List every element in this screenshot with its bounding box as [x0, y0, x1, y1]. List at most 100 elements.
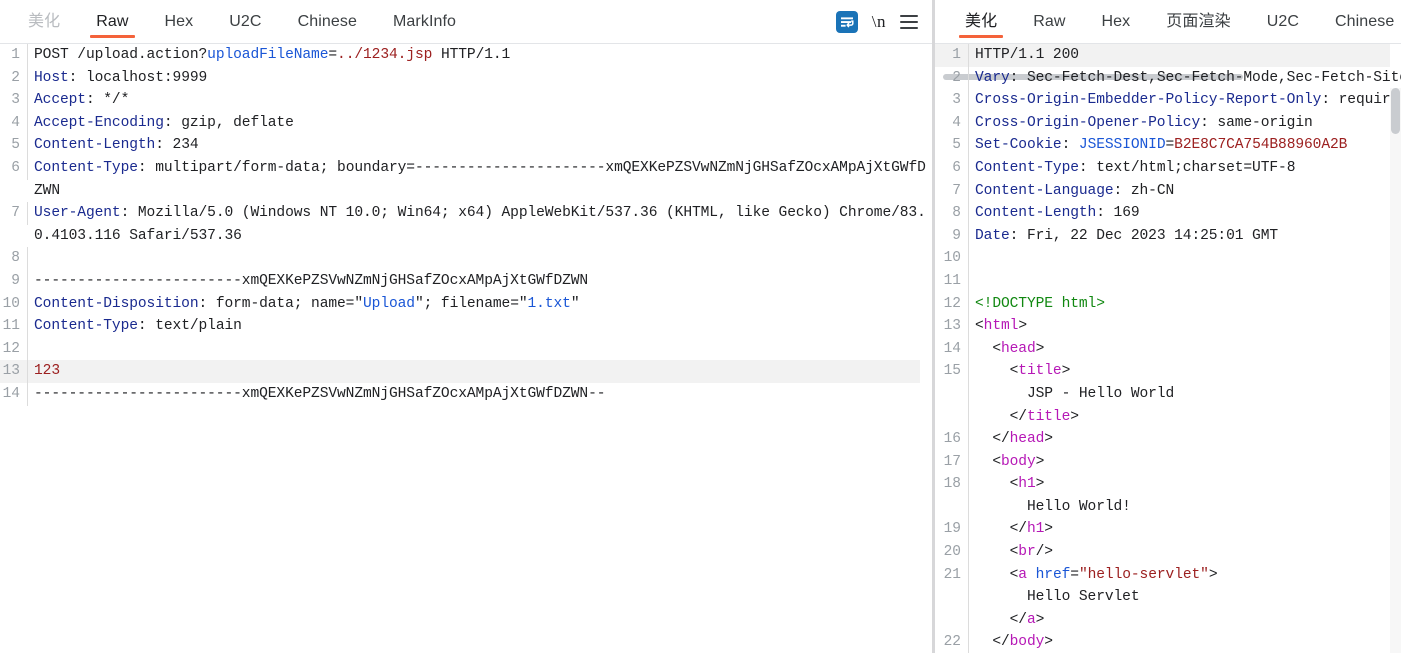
code-line: 9 ------------------------xmQEXKePZSVwNZm…: [0, 269, 932, 293]
code-segment: a: [1026, 611, 1036, 628]
request-tab-u2c[interactable]: U2C: [211, 0, 279, 44]
line-number: 17: [935, 450, 969, 474]
response-tab-[interactable]: 美化: [947, 0, 1015, 44]
line-number: 8: [0, 247, 28, 270]
request-tab-raw[interactable]: Raw: [78, 0, 146, 44]
line-number: 3: [935, 89, 969, 112]
request-toolbar: \n: [835, 0, 932, 44]
response-vscroll-thumb[interactable]: [1391, 88, 1400, 134]
code-line: JSP - Hello World: [935, 382, 1401, 406]
code-line-text: ------------------------xmQEXKePZSVwNZmN…: [28, 383, 932, 406]
tab-label: Hex: [1101, 12, 1131, 30]
code-segment: Date: [975, 227, 1010, 244]
code-segment: "hello-servlet": [1078, 566, 1209, 583]
line-number: [935, 608, 969, 632]
tab-label: MarkInfo: [393, 12, 457, 30]
code-segment: : Sec-Fetch-Dest,Sec-Fetch-Mode,Sec-Fetc…: [1009, 69, 1401, 86]
code-line-text: Content-Language: zh-CN: [969, 180, 1401, 203]
code-line-text: Vary: Sec-Fetch-Dest,Sec-Fetch-Mode,Sec-…: [969, 67, 1401, 90]
code-line-text: Hello Servlet: [969, 586, 1401, 609]
code-segment: Content-Type: [34, 159, 138, 176]
tab-label: U2C: [229, 12, 262, 30]
code-segment: </: [975, 408, 1027, 425]
line-number: 14: [935, 337, 969, 361]
line-number: 1: [0, 44, 28, 67]
code-line-text: Content-Length: 169: [969, 202, 1401, 225]
code-segment: <: [975, 340, 1001, 357]
code-segment: <: [975, 453, 1001, 470]
code-segment: 123: [34, 363, 60, 380]
code-segment: body: [1000, 453, 1036, 470]
code-segment: =: [328, 47, 338, 63]
code-line-text: Set-Cookie: JSESSIONID=B2E8C7CA754B88960…: [969, 134, 1401, 157]
response-vscrollbar[interactable]: [1390, 88, 1401, 653]
response-tab-[interactable]: 页面渲染: [1148, 0, 1248, 44]
line-number: 12: [935, 292, 969, 316]
response-tab-raw[interactable]: Raw: [1015, 0, 1083, 44]
code-segment: Host: [34, 69, 69, 86]
code-line: 1 POST /upload.action?uploadFileName=../1…: [0, 44, 932, 67]
code-line: 18 <h1>: [935, 473, 1401, 496]
code-segment: JSP - Hello World: [975, 385, 1175, 402]
hamburger-menu-icon: [900, 14, 918, 29]
request-tab-[interactable]: 美化: [10, 0, 78, 44]
code-line-text: Host: localhost:9999: [28, 67, 932, 90]
code-segment: title: [1018, 363, 1062, 380]
newline-toggle-button[interactable]: \n: [872, 13, 886, 30]
code-line-text: Content-Type: text/plain: [28, 315, 932, 338]
code-line: 12 <!DOCTYPE html>: [935, 292, 1401, 316]
line-number: 13: [0, 360, 28, 383]
line-number: [935, 586, 969, 609]
line-number: [935, 495, 969, 519]
code-segment: />: [1035, 544, 1053, 561]
code-line: Hello Servlet: [935, 586, 1401, 609]
code-segment: ------------------------xmQEXKePZSVwNZmN…: [34, 272, 589, 289]
code-line-text: ------------------------xmQEXKePZSVwNZmN…: [28, 270, 932, 293]
code-segment: HTTP/1.1: [432, 47, 511, 63]
line-number: 5: [0, 134, 28, 157]
code-segment: : localhost:9999: [68, 69, 208, 86]
response-tab-chinese[interactable]: Chinese: [1317, 0, 1401, 44]
code-line-text: <br/>: [969, 541, 1401, 564]
response-tab-u2c[interactable]: U2C: [1249, 0, 1317, 44]
line-number: 21: [935, 563, 969, 587]
code-line: 6 Content-Type: multipart/form-data; boun…: [0, 156, 932, 202]
code-segment: Content-Disposition: [34, 295, 199, 312]
line-number: 3: [0, 89, 28, 112]
request-tab-chinese[interactable]: Chinese: [280, 0, 375, 44]
code-segment: >: [1044, 634, 1053, 651]
code-segment: 1.txt: [527, 295, 571, 312]
code-line: 2 Host: localhost:9999: [0, 66, 932, 90]
code-segment: body: [1009, 634, 1045, 651]
code-segment: >: [1035, 476, 1045, 493]
code-segment: Cross-Origin-Opener-Policy: [975, 114, 1201, 131]
code-segment: title: [1026, 408, 1071, 425]
code-line-text: JSP - Hello World: [969, 383, 1401, 406]
tab-label: 页面渲染: [1166, 12, 1231, 30]
code-segment: >: [1044, 431, 1053, 448]
request-code-scroll: 1 POST /upload.action?uploadFileName=../1…: [0, 44, 932, 653]
code-segment: : 169: [1096, 205, 1140, 222]
request-tab-hex[interactable]: Hex: [147, 0, 212, 44]
response-tab-hex[interactable]: Hex: [1084, 0, 1149, 44]
line-number: 2: [0, 66, 28, 90]
line-number: 11: [0, 315, 28, 338]
code-segment: : form-data; name=": [198, 295, 364, 312]
code-segment: : Fri, 22 Dec 2023 14:25:01 GMT: [1009, 227, 1279, 244]
code-line: 3 Accept: */*: [0, 89, 932, 112]
request-tab-markinfo[interactable]: MarkInfo: [375, 0, 474, 44]
line-number: 14: [0, 382, 28, 406]
code-line: 3 Cross-Origin-Embedder-Policy-Report-Onl…: [935, 89, 1401, 112]
code-segment: <: [975, 476, 1019, 493]
code-segment: >: [1035, 453, 1045, 470]
code-line: 22 </body>: [935, 631, 1401, 653]
word-wrap-button[interactable]: [835, 10, 858, 33]
code-segment: >: [1070, 408, 1079, 425]
request-code-area[interactable]: 1 POST /upload.action?uploadFileName=../1…: [0, 44, 932, 653]
menu-button[interactable]: [900, 14, 918, 29]
code-line-text: </head>: [969, 428, 1401, 451]
code-segment: :: [1061, 137, 1079, 154]
line-number: 7: [935, 179, 969, 203]
line-number: 22: [935, 631, 969, 653]
response-code-area[interactable]: 1 HTTP/1.1 200 2 Vary: Sec-Fetch-Dest,Sec-F…: [935, 44, 1401, 653]
